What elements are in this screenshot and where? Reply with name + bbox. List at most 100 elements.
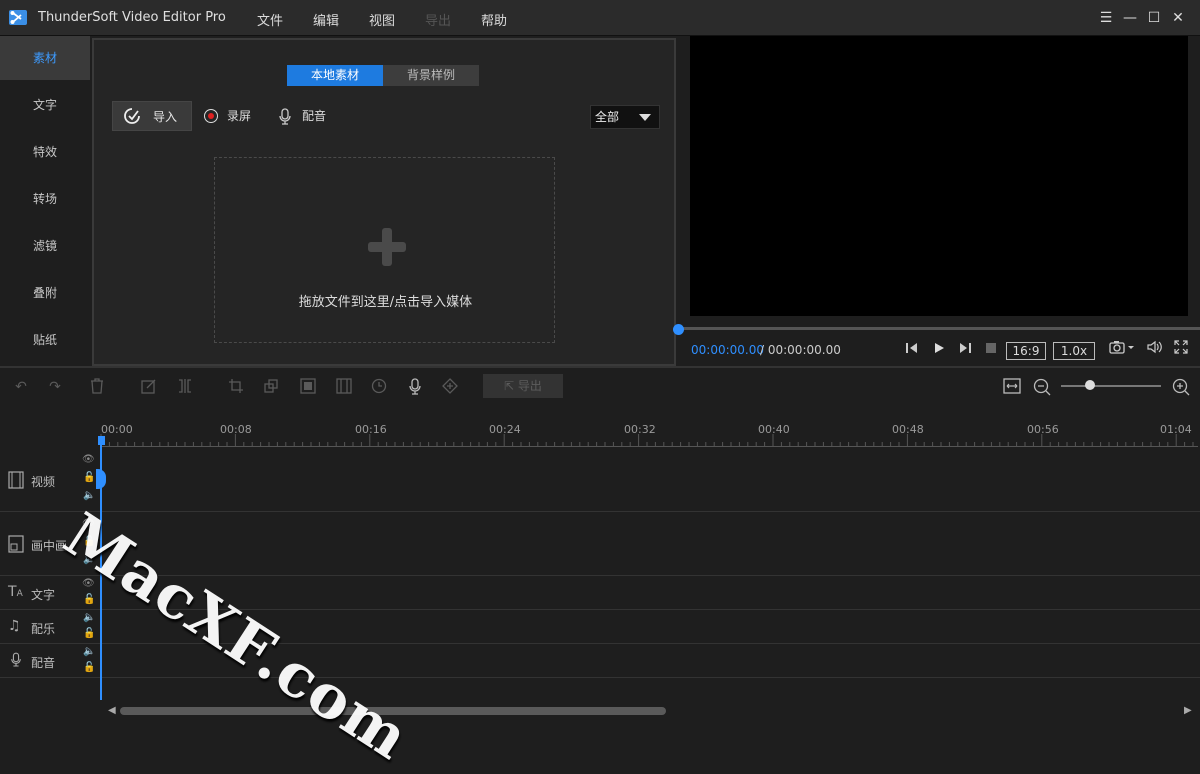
voiceover-label: 配音: [302, 109, 327, 123]
left-sidebar: 素材 文字 特效 转场 滤镜 叠附 贴纸: [0, 36, 92, 366]
track-label-video: 视频: [31, 475, 56, 489]
filter-value: 全部: [595, 110, 620, 124]
speed-button[interactable]: 1.0x: [1053, 342, 1095, 360]
zoom-in-icon[interactable]: [1172, 378, 1190, 396]
close-icon[interactable]: ✕: [1168, 8, 1188, 28]
progress-track[interactable]: [678, 327, 1200, 330]
track-header-text: TA 文字 👁 🔓: [0, 576, 100, 610]
fullscreen-icon[interactable]: [1171, 340, 1191, 360]
film-icon: [8, 471, 24, 492]
export-label: 导出: [517, 379, 542, 393]
sidebar-item-overlays[interactable]: 叠附: [0, 271, 90, 315]
video-preview: [690, 36, 1188, 316]
track-lane-pip[interactable]: [100, 512, 1200, 576]
current-time: 00:00:00.00: [691, 343, 764, 357]
playhead-handle[interactable]: [98, 436, 105, 445]
lock-icon[interactable]: 🔓: [83, 662, 95, 673]
undo-icon[interactable]: ↶: [12, 378, 30, 396]
speaker-icon[interactable]: 🔈: [83, 612, 95, 623]
tick-label: 00:08: [220, 423, 252, 436]
tick-label: 00:48: [892, 423, 924, 436]
media-drop-zone[interactable]: 拖放文件到这里/点击导入媒体: [214, 157, 555, 343]
split-icon[interactable]: [176, 378, 194, 396]
tick-label: 00:24: [489, 423, 521, 436]
scroll-right-icon[interactable]: ▶: [1184, 705, 1192, 716]
play-icon[interactable]: [930, 340, 948, 360]
zoom-out-icon[interactable]: [1033, 378, 1051, 396]
tick-label: 00:00: [101, 423, 133, 436]
previous-frame-icon[interactable]: [903, 340, 921, 360]
zoom-slider-track[interactable]: [1061, 385, 1161, 387]
record-voice-icon[interactable]: [406, 378, 424, 396]
menu-export[interactable]: 导出: [425, 10, 451, 29]
sidebar-item-text[interactable]: 文字: [0, 83, 90, 127]
record-label: 录屏: [227, 109, 252, 123]
snapshot-camera-icon[interactable]: [1107, 340, 1137, 360]
menu-help[interactable]: 帮助: [481, 10, 507, 29]
redo-icon[interactable]: ↷: [46, 378, 64, 396]
lock-icon[interactable]: 🔓: [83, 472, 95, 483]
total-time: / 00:00:00.00: [760, 343, 841, 357]
duration-clock-icon[interactable]: [370, 378, 388, 396]
tick-label: 00:56: [1027, 423, 1059, 436]
track-header-video: 视频 👁 🔓 🔈: [0, 448, 100, 512]
tick-label: 00:32: [624, 423, 656, 436]
sidebar-item-media[interactable]: 素材: [0, 36, 90, 80]
mosaic-icon[interactable]: [299, 378, 317, 396]
tick-label: 00:16: [355, 423, 387, 436]
track-lane-video[interactable]: [100, 448, 1200, 512]
fit-timeline-icon[interactable]: [1003, 378, 1021, 396]
minimize-icon[interactable]: —: [1120, 8, 1140, 28]
aspect-ratio-button[interactable]: 16:9: [1006, 342, 1046, 360]
menu-view[interactable]: 视图: [369, 10, 395, 29]
volume-icon[interactable]: [1145, 340, 1165, 360]
scroll-left-icon[interactable]: ◀: [108, 705, 116, 716]
app-logo-icon: [8, 8, 30, 28]
media-filter-select[interactable]: 全部: [590, 105, 660, 129]
sidebar-item-effects[interactable]: 特效: [0, 130, 90, 174]
lock-icon[interactable]: 🔓: [83, 628, 95, 639]
text-icon: TA: [8, 584, 23, 600]
add-plus-icon: [366, 226, 408, 271]
track-lane-text[interactable]: [100, 576, 1200, 610]
speaker-icon[interactable]: 🔈: [83, 646, 95, 657]
pip-icon: [8, 535, 24, 556]
timeline-export-button[interactable]: ⇱ 导出: [483, 374, 563, 398]
tab-local-media[interactable]: 本地素材: [287, 65, 383, 86]
ruler-baseline: [100, 446, 1198, 447]
voiceover-button[interactable]: 配音: [278, 101, 338, 131]
import-icon: [123, 107, 141, 128]
rotate-icon[interactable]: [262, 378, 280, 396]
crop-icon[interactable]: [227, 378, 245, 396]
record-icon: [204, 109, 218, 123]
lock-icon[interactable]: 🔓: [83, 594, 95, 605]
marker-icon[interactable]: [441, 378, 459, 396]
delete-icon[interactable]: [88, 378, 106, 396]
sidebar-item-transitions[interactable]: 转场: [0, 177, 90, 221]
aspect-icon[interactable]: [335, 378, 353, 396]
microphone-icon: [10, 652, 22, 671]
track-label-music: 配乐: [31, 622, 56, 636]
track-label-voice: 配音: [31, 656, 56, 670]
import-button[interactable]: 导入: [112, 101, 192, 131]
sidebar-item-stickers[interactable]: 贴纸: [0, 318, 90, 362]
app-title: ThunderSoft Video Editor Pro: [38, 10, 226, 25]
tick-label: 01:04: [1160, 423, 1192, 436]
microphone-icon: [278, 107, 292, 137]
progress-handle[interactable]: [673, 324, 684, 335]
hamburger-menu-icon[interactable]: ☰: [1096, 8, 1116, 28]
record-screen-button[interactable]: 录屏: [204, 101, 264, 131]
tick-label: 00:40: [758, 423, 790, 436]
edit-icon[interactable]: [140, 378, 158, 396]
zoom-slider-handle[interactable]: [1085, 380, 1095, 390]
stop-icon[interactable]: [982, 340, 1000, 360]
tab-background-samples[interactable]: 背景样例: [383, 65, 479, 86]
track-header-music: ♫ 配乐 🔈 🔓: [0, 610, 100, 644]
maximize-icon[interactable]: ☐: [1144, 8, 1164, 28]
menu-file[interactable]: 文件: [257, 10, 283, 29]
eye-icon[interactable]: 👁: [82, 454, 95, 465]
menu-edit[interactable]: 编辑: [313, 10, 339, 29]
next-frame-icon[interactable]: [956, 340, 974, 360]
sidebar-item-filters[interactable]: 滤镜: [0, 224, 90, 268]
chevron-down-icon: [639, 114, 651, 121]
